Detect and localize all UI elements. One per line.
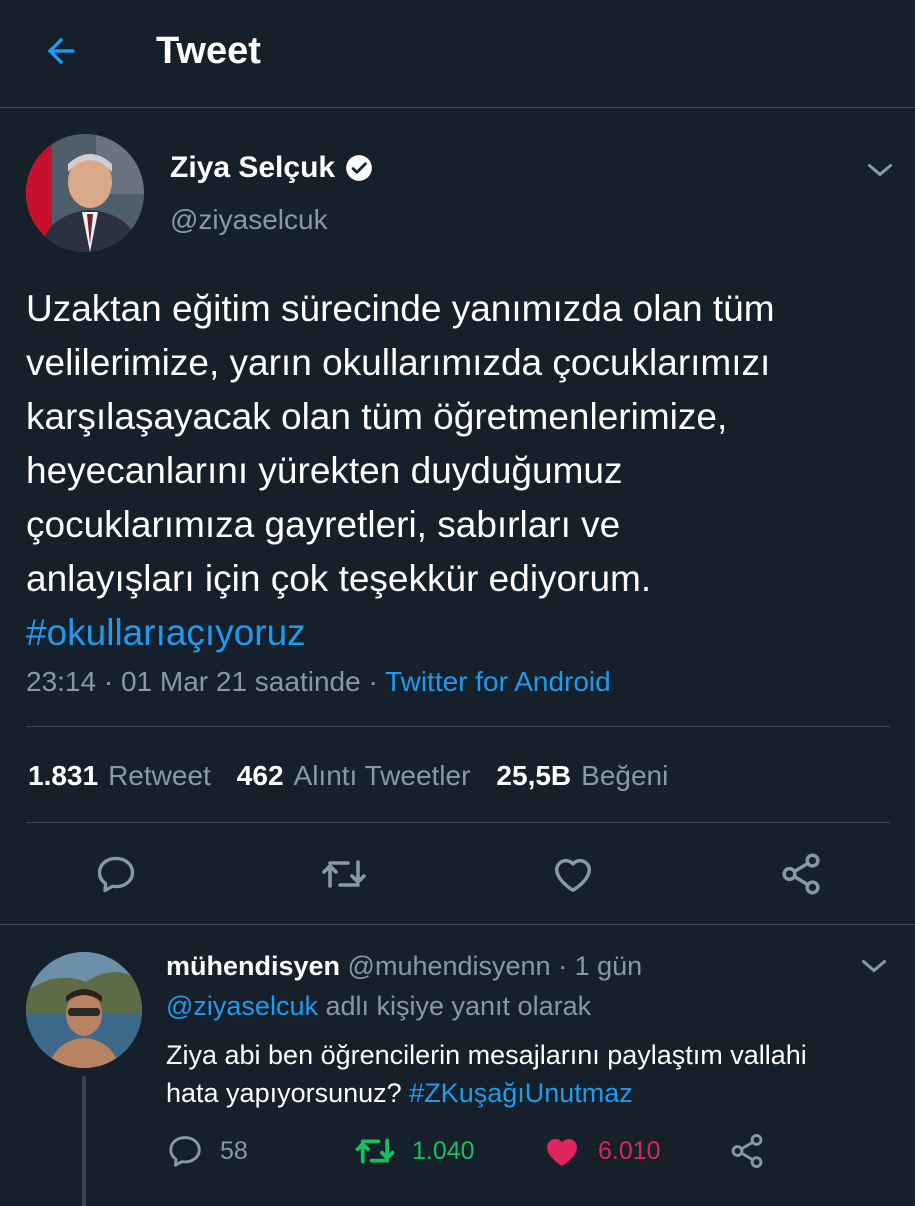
retweet-icon	[355, 1138, 395, 1164]
chevron-down-icon	[868, 164, 892, 177]
tweet-menu-button[interactable]	[862, 152, 898, 188]
retweet-button[interactable]	[314, 844, 374, 904]
like-button[interactable]	[543, 844, 603, 904]
thread-line	[82, 1076, 86, 1206]
divider	[26, 822, 890, 823]
tweet-text-line: velilerimize, yarın okullarımızda çocukl…	[26, 342, 771, 383]
top-bar	[0, 0, 915, 108]
reply-header: mühendisyen @muhendisyenn · 1 gün	[166, 948, 642, 984]
reply-text-line: Ziya abi ben öğrencilerin mesajlarını pa…	[166, 1040, 807, 1070]
author-avatar[interactable]	[26, 134, 144, 252]
arrow-left-icon	[47, 37, 75, 65]
stat-count: 462	[236, 760, 284, 791]
reply-text-segment: hata yapıyorsunuz?	[166, 1078, 410, 1108]
tweet-text-line: heyecanlarını yürekten duyduğumuz	[26, 450, 623, 491]
retweet-count-stat[interactable]: 1.831 Retweet	[28, 754, 211, 798]
verified-badge-icon	[346, 155, 372, 181]
share-icon	[731, 1134, 763, 1168]
page-title: Tweet	[156, 30, 261, 72]
author-name[interactable]: Ziya Selçuk	[170, 150, 373, 186]
stat-label: Beğeni	[581, 760, 669, 791]
reply-menu-button[interactable]	[856, 948, 892, 984]
reply-like-button[interactable]: 6.010	[542, 1128, 661, 1174]
share-button[interactable]	[771, 844, 831, 904]
reply-author-avatar[interactable]	[26, 952, 142, 1068]
quote-count-stat[interactable]: 462 Alıntı Tweetler	[237, 754, 471, 798]
tweet-body: Uzaktan eğitim sürecinde yanımızda olan …	[26, 282, 896, 660]
reply-retweet-button[interactable]: 1.040	[354, 1128, 475, 1174]
reply-count: 58	[220, 1136, 248, 1165]
back-button[interactable]	[38, 28, 84, 74]
tweet-stats: 1.831 Retweet 462 Alıntı Tweetler 25,5B …	[28, 754, 668, 798]
author-name-text: Ziya Selçuk	[170, 151, 336, 184]
hashtag-link[interactable]: #ZKuşağıUnutmaz	[409, 1078, 633, 1108]
author-handle[interactable]: @ziyaselcuk	[170, 202, 328, 238]
reply-button[interactable]	[86, 844, 146, 904]
tweet-text-line: anlayışları için çok teşekkür ediyorum.	[26, 558, 652, 599]
divider	[26, 726, 890, 727]
tweet-timestamp: 23:14 · 01 Mar 21 saatinde ·	[26, 666, 386, 697]
share-icon	[782, 853, 820, 895]
tweet-text-line: karşılaşayacak olan tüm öğretmenlerimize…	[26, 396, 728, 437]
heart-filled-icon	[547, 1138, 577, 1166]
hashtag-link[interactable]: #okullarıaçıyoruz	[26, 606, 896, 660]
reply-reply-button[interactable]: 58	[166, 1128, 248, 1174]
retweet-count: 1.040	[412, 1136, 475, 1165]
tweet-source-link[interactable]: Twitter for Android	[385, 666, 611, 697]
section-divider	[0, 924, 915, 925]
retweet-icon	[322, 860, 366, 888]
replying-to-label: adlı kişiye yanıt olarak	[317, 991, 592, 1021]
tweet-meta: 23:14 · 01 Mar 21 saatinde · Twitter for…	[26, 662, 611, 702]
like-count: 6.010	[598, 1136, 661, 1165]
like-count-stat[interactable]: 25,5B Beğeni	[496, 754, 668, 798]
reply-text-line: hata yapıyorsunuz? #ZKuşağıUnutmaz	[166, 1074, 886, 1112]
reply-icon	[97, 856, 135, 893]
stat-label: Retweet	[108, 760, 211, 791]
stat-count: 25,5B	[496, 760, 572, 791]
tweet-text-line: Uzaktan eğitim sürecinde yanımızda olan …	[26, 288, 775, 329]
like-icon	[554, 858, 592, 893]
mention-link[interactable]: @ziyaselcuk	[166, 991, 318, 1021]
reply-icon	[169, 1136, 201, 1167]
reply-handle-time: @muhendisyenn · 1 gün	[340, 951, 643, 981]
reply-author-name[interactable]: mühendisyen	[166, 951, 340, 981]
replying-to: @ziyaselcuk adlı kişiye yanıt olarak	[166, 988, 591, 1024]
reply-body: Ziya abi ben öğrencilerin mesajlarını pa…	[166, 1036, 886, 1112]
reply-share-button[interactable]	[728, 1128, 766, 1174]
tweet-text-line: çocuklarımıza gayretleri, sabırları ve	[26, 504, 621, 545]
chevron-down-icon	[862, 960, 886, 973]
stat-count: 1.831	[28, 760, 99, 791]
stat-label: Alıntı Tweetler	[293, 760, 471, 791]
